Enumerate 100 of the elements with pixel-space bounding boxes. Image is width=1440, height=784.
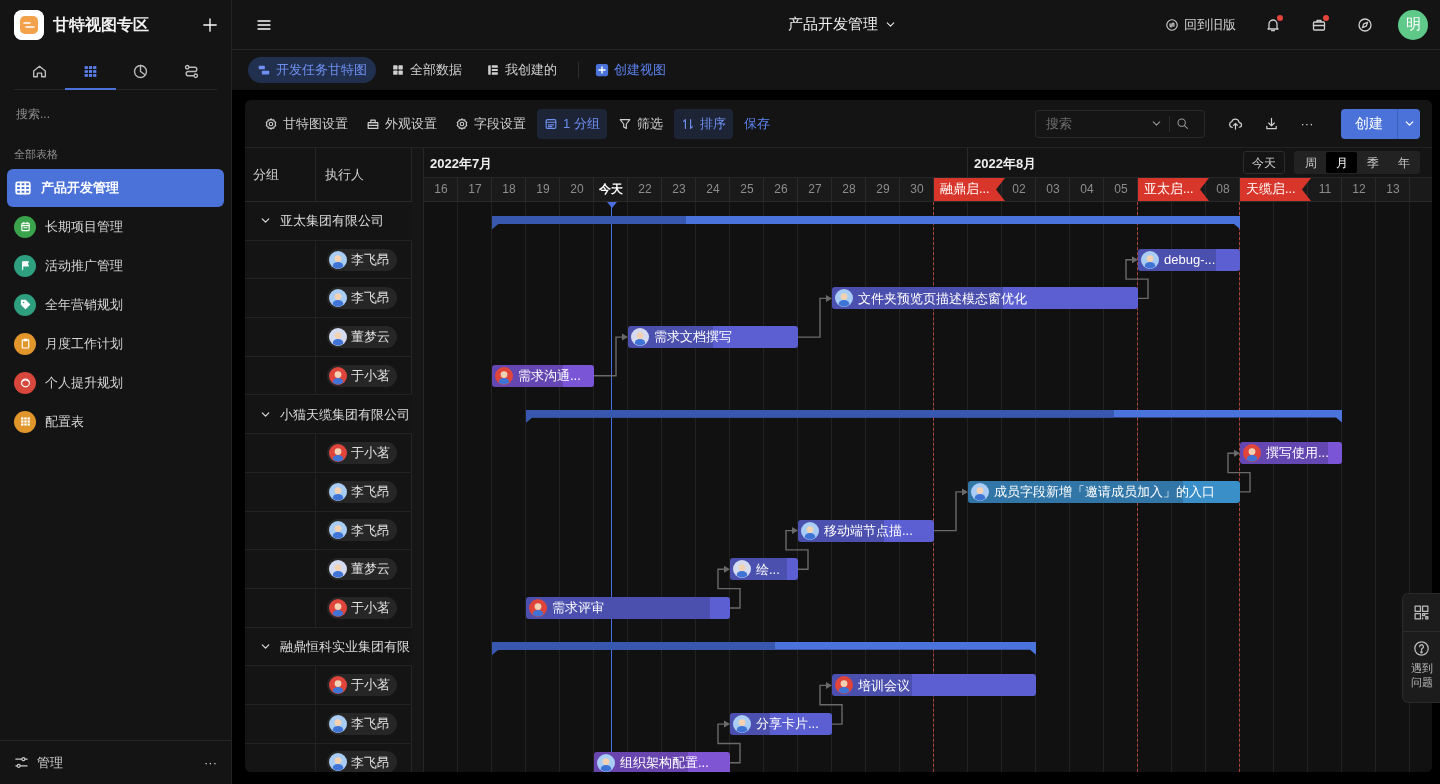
sidebar-item[interactable]: 配置表 bbox=[7, 402, 224, 441]
task-label: 培训会议 bbox=[858, 676, 910, 695]
workspace-title: 甘特视图专区 bbox=[53, 15, 150, 35]
gantt-icon bbox=[257, 63, 271, 77]
avatar bbox=[733, 715, 751, 734]
day-label: 今天 bbox=[598, 181, 624, 198]
task-bar[interactable]: 文件夹预览页描述模态窗优化 bbox=[832, 287, 1138, 310]
day-label: 27 bbox=[807, 181, 823, 198]
scale-option[interactable]: 季 bbox=[1357, 152, 1388, 173]
create-split-button[interactable]: 创建 bbox=[1341, 108, 1420, 139]
sidebar-item[interactable]: 长期项目管理 bbox=[7, 207, 224, 246]
toolbar-button[interactable]: 1 分组 bbox=[537, 108, 607, 139]
summary-bar[interactable] bbox=[526, 409, 1342, 423]
search-icon bbox=[1176, 117, 1189, 130]
task-label: 绘... bbox=[756, 560, 780, 579]
search-field[interactable]: 搜索 bbox=[1035, 109, 1205, 138]
task-bar[interactable]: 成员字段新增「邀请成员加入」的入口 bbox=[968, 480, 1240, 503]
task-bar[interactable]: 移动端节点描... bbox=[798, 519, 934, 542]
filter-icon bbox=[617, 116, 632, 131]
scale-option[interactable]: 周 bbox=[1295, 152, 1326, 173]
sidebar-item[interactable]: 月度工作计划 bbox=[7, 324, 224, 363]
day-label: 17 bbox=[467, 181, 483, 198]
avatar bbox=[495, 366, 513, 385]
day-label: 18 bbox=[501, 181, 517, 198]
scale-option[interactable]: 月 bbox=[1326, 152, 1357, 173]
toolbar-button[interactable]: 外观设置 bbox=[359, 108, 444, 139]
day-label: 28 bbox=[841, 181, 857, 198]
task-bar[interactable]: 培训会议 bbox=[832, 674, 1036, 697]
task-bar[interactable]: 需求文档撰写 bbox=[628, 326, 798, 349]
scale-option[interactable]: 年 bbox=[1388, 152, 1419, 173]
task-bar[interactable]: debug-... bbox=[1138, 248, 1240, 271]
help-icon bbox=[1413, 640, 1430, 657]
group-name: 小猫天缆集团有限公司 bbox=[280, 405, 410, 424]
view-tab[interactable]: 我创建的 bbox=[477, 57, 566, 83]
summary-bar[interactable] bbox=[492, 641, 1036, 655]
compass-icon bbox=[1357, 16, 1373, 33]
more-button[interactable]: ··· bbox=[1291, 108, 1323, 139]
day-label: 04 bbox=[1079, 181, 1095, 198]
month-label: 2022年7月 bbox=[430, 155, 493, 173]
task-bar[interactable]: 撰写使用... bbox=[1240, 442, 1342, 465]
day-label: 11 bbox=[1317, 181, 1333, 198]
calendar-icon bbox=[544, 116, 558, 131]
legacy-link[interactable]: 回到旧版 bbox=[1165, 14, 1236, 35]
assignee-tag: 李飞昂 bbox=[327, 519, 397, 542]
assignee-tag: 李飞昂 bbox=[327, 712, 397, 735]
create-label[interactable]: 创建 bbox=[1341, 108, 1398, 139]
avatar bbox=[597, 753, 615, 772]
toolbar-button[interactable]: 字段设置 bbox=[448, 108, 533, 139]
sidebar-item[interactable]: 产品开发管理 bbox=[7, 168, 224, 207]
task-bar[interactable]: 组织架构配置... bbox=[594, 751, 730, 772]
toolbar-button[interactable]: 排序 bbox=[673, 108, 733, 139]
day-label: 12 bbox=[1351, 181, 1367, 198]
avatar bbox=[1141, 250, 1159, 269]
day-label: 05 bbox=[1113, 181, 1129, 198]
assignee-tag: 于小茗 bbox=[327, 441, 397, 464]
manage-label[interactable]: 管理 bbox=[37, 752, 196, 773]
summary-bar[interactable] bbox=[492, 216, 1240, 229]
sidebar-item[interactable]: 活动推广管理 bbox=[7, 246, 224, 285]
task-bar[interactable]: 需求评审 bbox=[526, 597, 730, 619]
avatar bbox=[801, 521, 819, 540]
sidebar-item[interactable]: 全年营销规划 bbox=[7, 285, 224, 324]
swap-icon bbox=[1165, 17, 1179, 32]
search-input[interactable]: 搜索 bbox=[1044, 112, 1144, 135]
assignee-tag: 李飞昂 bbox=[327, 751, 397, 772]
create-view-button[interactable]: 创建视图 bbox=[591, 57, 670, 83]
sidebar-item[interactable]: 个人提升规划 bbox=[7, 363, 224, 402]
task-bar[interactable]: 需求沟通... bbox=[492, 364, 594, 387]
view-tab[interactable]: 全部数据 bbox=[382, 57, 471, 83]
task-bar[interactable]: 分享卡片... bbox=[730, 713, 832, 736]
task-label: 撰写使用... bbox=[1266, 444, 1329, 463]
toolbar-button[interactable]: 甘特图设置 bbox=[257, 108, 355, 139]
search-field[interactable]: 搜索... bbox=[14, 104, 214, 124]
milestone-flag: 天缆启... bbox=[1240, 178, 1311, 201]
day-label: 29 bbox=[875, 181, 891, 198]
sliders-icon bbox=[14, 755, 29, 770]
add-button[interactable] bbox=[201, 16, 219, 34]
group-name: 亚太集团有限公司 bbox=[280, 212, 384, 231]
app-logo bbox=[14, 10, 44, 40]
more-button[interactable]: ··· bbox=[204, 752, 217, 773]
assignee-tag: 董梦云 bbox=[327, 558, 397, 581]
assignee-tag: 于小茗 bbox=[327, 596, 397, 619]
day-label: 08 bbox=[1215, 181, 1231, 198]
sort-icon bbox=[680, 116, 695, 131]
avatar bbox=[529, 599, 547, 617]
today-button[interactable]: 今天 bbox=[1243, 151, 1285, 174]
clock-icon bbox=[132, 62, 150, 80]
table-title[interactable]: 产品开发管理 bbox=[787, 13, 897, 36]
tag-icon bbox=[18, 298, 32, 311]
cloud-upload-icon bbox=[1227, 116, 1243, 131]
day-label: 25 bbox=[739, 181, 755, 198]
toolbar-button[interactable]: 保存 bbox=[736, 108, 777, 139]
task-bar[interactable]: 绘... bbox=[730, 558, 798, 581]
toolbar-button[interactable]: 筛选 bbox=[610, 108, 670, 139]
milestone-flag: 融鼎启... bbox=[934, 178, 1005, 201]
month-label: 2022年8月 bbox=[974, 155, 1037, 173]
assignee-tag: 李飞昂 bbox=[327, 480, 397, 503]
view-tab[interactable]: 开发任务甘特图 bbox=[248, 57, 376, 83]
day-label: 26 bbox=[773, 181, 789, 198]
basket-icon bbox=[366, 116, 380, 131]
plus-icon bbox=[201, 16, 219, 34]
